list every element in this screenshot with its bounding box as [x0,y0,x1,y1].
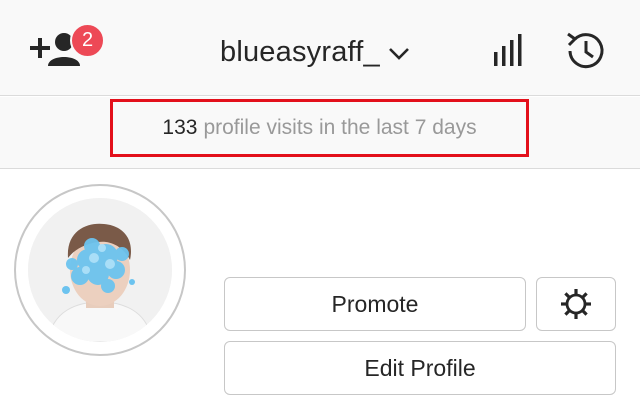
avatar[interactable] [14,184,186,356]
profile-photo-illustration [28,198,172,342]
promote-button[interactable]: Promote [224,277,526,331]
visits-count: 133 [162,116,198,139]
gear-icon [561,289,591,319]
insights-button[interactable] [490,32,526,73]
account-switcher[interactable]: blueasyraff_ [220,30,410,74]
edit-profile-button[interactable]: Edit Profile [224,341,616,395]
visits-label: profile visits in the last 7 days [203,116,477,139]
profile-visits-link[interactable]: 133 profile visits in the last 7 days [110,99,529,157]
username: blueasyraff_ [220,35,380,68]
archive-button[interactable] [562,28,608,79]
history-clock-icon [567,32,604,69]
profile-visits-bar: 133 profile visits in the last 7 days [0,97,640,169]
bar-chart-icon [494,34,522,66]
chevron-down-icon [388,48,409,60]
add-user-button[interactable]: 2 [30,23,105,82]
profile-picture [28,198,172,342]
settings-button[interactable] [536,277,616,331]
notification-badge: 2 [70,23,105,58]
top-navigation-bar: 2 blueasyraff_ [0,0,640,96]
